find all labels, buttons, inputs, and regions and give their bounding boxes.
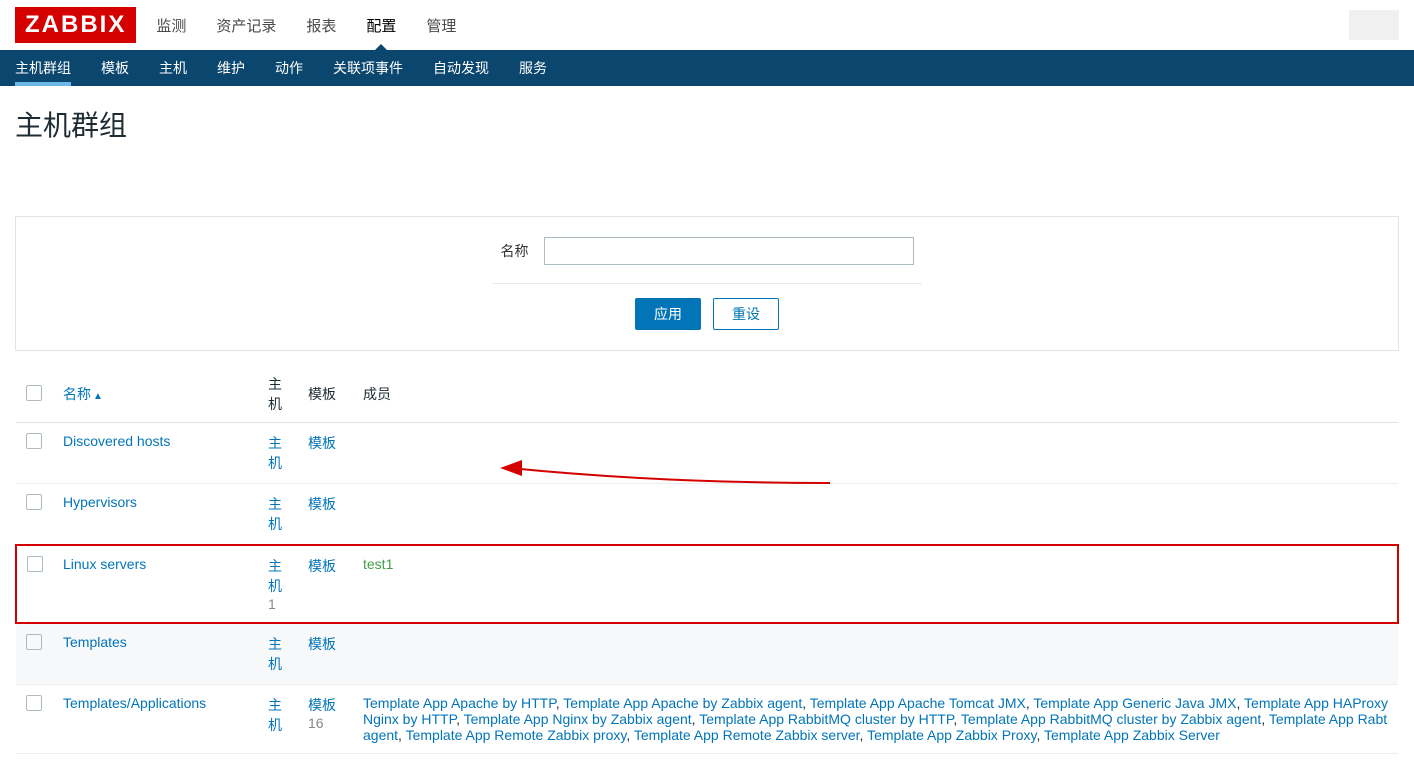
hosts-link[interactable]: 主机 (268, 435, 282, 471)
member-link[interactable]: Template App Zabbix Proxy (867, 727, 1036, 743)
reset-button[interactable]: 重设 (713, 298, 779, 330)
filter-name-label: 名称 (501, 241, 529, 261)
member-link[interactable]: test1 (363, 556, 393, 572)
table-row: Hypervisors 主机 模板 (16, 484, 1398, 546)
templates-link[interactable]: 模板 (308, 636, 336, 652)
host-count: 1 (268, 596, 276, 612)
topnav-item-monitoring[interactable]: 监测 (156, 1, 186, 50)
member-link[interactable]: Template App Apache Tomcat JMX (810, 695, 1026, 711)
subnav-item-services[interactable]: 服务 (519, 50, 547, 86)
row-checkbox[interactable] (26, 634, 42, 650)
member-link[interactable]: Template App Apache by Zabbix agent (563, 695, 802, 711)
hostgroups-table: 名称▲ 主机 模板 成员 Discovered hosts 主机 模板 Hype… (15, 366, 1399, 754)
row-checkbox[interactable] (27, 556, 43, 572)
templates-link[interactable]: 模板 (308, 558, 336, 574)
group-name-link[interactable]: Templates/Applications (63, 695, 206, 711)
group-name-link[interactable]: Templates (63, 634, 127, 650)
subnav-item-actions[interactable]: 动作 (275, 50, 303, 86)
group-name-link[interactable]: Discovered hosts (63, 433, 170, 449)
subnav: 主机群组 模板 主机 维护 动作 关联项事件 自动发现 服务 (0, 50, 1414, 86)
row-checkbox[interactable] (26, 695, 42, 711)
subnav-item-hosts[interactable]: 主机 (159, 50, 187, 86)
topnav-item-configuration[interactable]: 配置 (366, 1, 396, 50)
group-name-link[interactable]: Linux servers (63, 556, 146, 572)
templates-link[interactable]: 模板 (308, 496, 336, 512)
filter-name-input[interactable] (544, 237, 914, 265)
hosts-link[interactable]: 主机 (268, 697, 282, 733)
col-header-members: 成员 (353, 366, 1398, 423)
col-header-name[interactable]: 名称▲ (63, 386, 103, 402)
hosts-link[interactable]: 主机 (268, 496, 282, 532)
member-link[interactable]: Template App Generic Java JMX (1033, 695, 1236, 711)
topnav-item-inventory[interactable]: 资产记录 (216, 1, 276, 50)
member-link[interactable]: Template App Remote Zabbix server (634, 727, 860, 743)
subnav-item-correlation[interactable]: 关联项事件 (333, 50, 403, 86)
filter-separator (492, 283, 922, 284)
topnav: 监测 资产记录 报表 配置 管理 (156, 1, 456, 50)
member-link[interactable]: Template App RabbitMQ cluster by Zabbix … (961, 711, 1261, 727)
table-row: Templates/Applications 主机 模板 16 Template… (16, 685, 1398, 754)
hosts-link[interactable]: 主机 (268, 636, 282, 672)
table-row: Discovered hosts 主机 模板 (16, 423, 1398, 484)
subnav-item-maintenance[interactable]: 维护 (217, 50, 245, 86)
page-title: 主机群组 (0, 86, 1414, 156)
member-link[interactable]: Template App RabbitMQ cluster by HTTP (699, 711, 953, 727)
select-all-checkbox[interactable] (26, 385, 42, 401)
member-link[interactable]: Template App Zabbix Server (1044, 727, 1220, 743)
apply-button[interactable]: 应用 (635, 298, 701, 330)
subnav-item-discovery[interactable]: 自动发现 (433, 50, 489, 86)
topnav-item-administration[interactable]: 管理 (426, 1, 456, 50)
templates-link[interactable]: 模板 (308, 697, 336, 713)
member-link[interactable]: Template App Nginx by Zabbix agent (464, 711, 692, 727)
member-link[interactable]: Template App Remote Zabbix proxy (406, 727, 627, 743)
members-cell: Template App Apache by HTTP, Template Ap… (353, 685, 1398, 754)
topnav-item-reports[interactable]: 报表 (306, 1, 336, 50)
row-checkbox[interactable] (26, 433, 42, 449)
subnav-item-hostgroups[interactable]: 主机群组 (15, 50, 71, 86)
table-row-highlighted: Linux servers 主机 1 模板 test1 (16, 545, 1398, 623)
member-link[interactable]: Template App Apache by HTTP (363, 695, 556, 711)
user-menu[interactable] (1349, 10, 1399, 40)
col-header-host: 主机 (258, 366, 298, 423)
topbar: ZABBIX 监测 资产记录 报表 配置 管理 (0, 0, 1414, 50)
col-header-template: 模板 (298, 366, 353, 423)
sort-asc-icon: ▲ (93, 391, 103, 402)
group-name-link[interactable]: Hypervisors (63, 494, 137, 510)
template-count: 16 (308, 715, 324, 731)
table-row: Templates 主机 模板 (16, 623, 1398, 685)
subnav-item-templates[interactable]: 模板 (101, 50, 129, 86)
templates-link[interactable]: 模板 (308, 435, 336, 451)
filter-panel: 名称 应用 重设 (15, 216, 1399, 351)
logo[interactable]: ZABBIX (15, 7, 136, 43)
hosts-link[interactable]: 主机 (268, 558, 282, 594)
row-checkbox[interactable] (26, 494, 42, 510)
